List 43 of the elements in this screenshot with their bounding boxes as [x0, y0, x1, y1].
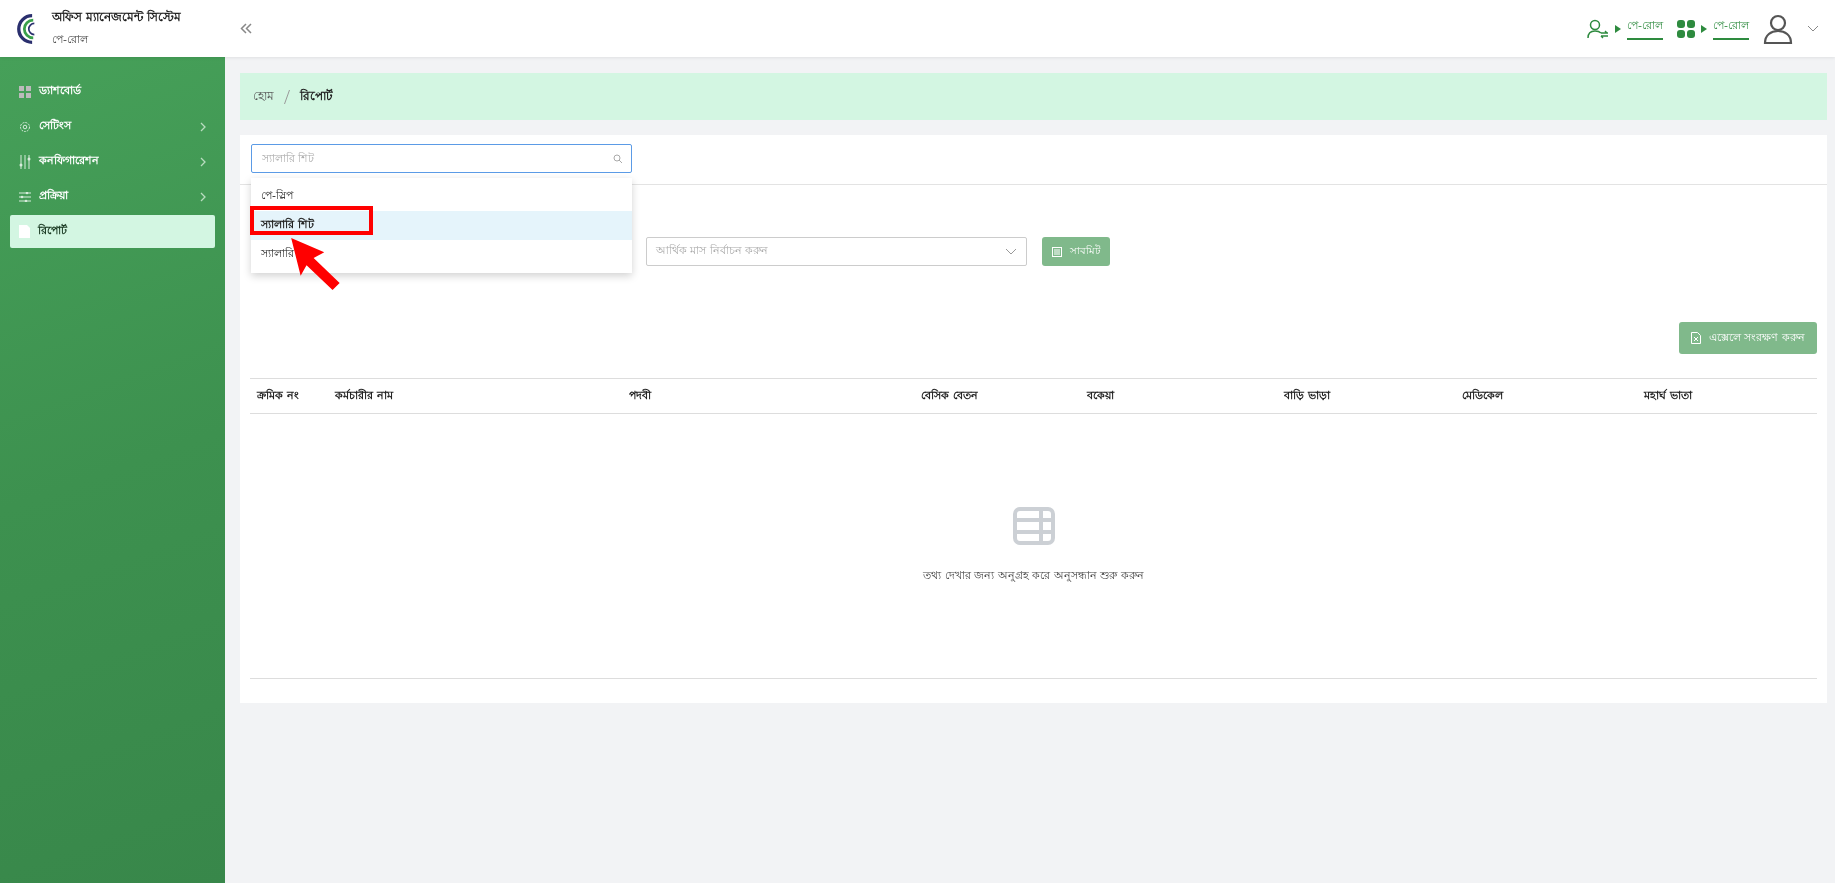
list-icon — [1052, 246, 1062, 257]
column-header: বাড়ি ভাড়া — [1284, 387, 1332, 404]
column-header: মেডিকেল — [1462, 387, 1505, 404]
logo-icon — [16, 13, 36, 44]
settings-icon — [19, 120, 31, 133]
filter-icon — [19, 191, 31, 202]
caret-icon — [1615, 24, 1622, 33]
caret-icon — [1701, 24, 1707, 33]
sliders-icon — [19, 154, 31, 169]
column-header: বকেয়া — [1087, 387, 1116, 404]
avatar-icon[interactable] — [1763, 13, 1793, 44]
spreadsheet-file-icon — [1691, 332, 1701, 344]
month-select[interactable]: আর্থিক মাস নির্বাচন করুন — [646, 237, 1027, 266]
apps-icon — [1677, 19, 1695, 38]
dashboard-icon — [19, 85, 31, 98]
sidebar-item[interactable]: সেটিংস — [10, 110, 215, 143]
sidebar-item[interactable]: কনফিগারেশন — [10, 145, 215, 178]
column-header: পদবী — [629, 387, 653, 404]
breadcrumb-item[interactable]: হোম — [253, 86, 274, 107]
dropdown-option[interactable]: স্যালারি শিট — [251, 211, 632, 240]
table-icon — [1012, 506, 1055, 545]
chevron-down-icon — [1005, 248, 1017, 255]
slash-icon — [284, 89, 290, 104]
column-header: কর্মচারীর নাম — [335, 387, 395, 404]
document-icon — [19, 225, 30, 238]
sidebar-item[interactable]: রিপোর্ট — [10, 215, 215, 248]
collapse-icon[interactable] — [240, 23, 252, 34]
column-header: বেসিক বেতন — [921, 387, 979, 404]
dropdown-option[interactable]: স্যালারি — [251, 240, 632, 269]
app-title: অফিস ম্যানেজমেন্ট সিস্টেম — [52, 8, 182, 26]
module-link[interactable]: পে-রোল — [1677, 17, 1749, 40]
search-icon — [613, 153, 623, 164]
column-header: ক্রমিক নং — [257, 387, 300, 404]
dropdown-option[interactable]: পে-স্লিপ — [251, 182, 632, 211]
empty-message: তথ্য দেখার জন্য অনুগ্রহ করে অনুসন্ধান শুরু করুন — [923, 567, 1144, 584]
user-switch-icon — [1587, 18, 1610, 39]
column-header: মহার্ঘ ভাতা — [1644, 387, 1694, 404]
sidebar-item[interactable]: ড্যাশবোর্ড — [10, 75, 215, 108]
chevron-down-icon[interactable] — [1807, 25, 1819, 32]
breadcrumb-item: রিপোর্ট — [300, 87, 333, 105]
sidebar-item[interactable]: প্রক্রিয়া — [10, 180, 215, 213]
module-link[interactable]: পে-রোল — [1587, 17, 1663, 40]
app-subtitle: পে-রোল — [52, 31, 90, 48]
